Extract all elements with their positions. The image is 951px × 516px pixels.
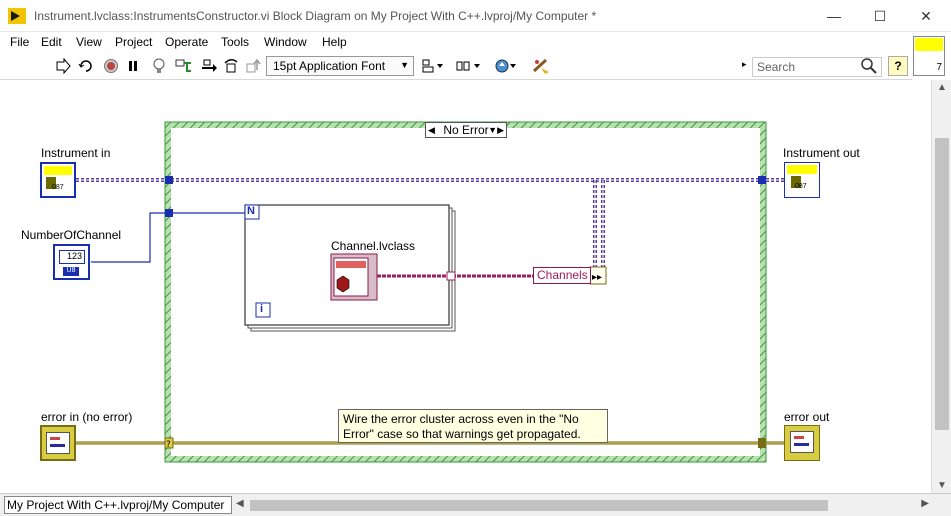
status-bar: My Project With C++.lvproj/My Computer ◀… <box>0 493 951 516</box>
run-arrow-icon[interactable] <box>53 56 73 76</box>
case-tunnel-number <box>165 209 173 217</box>
align-objects-icon[interactable] <box>420 56 448 76</box>
project-path[interactable]: My Project With C++.lvproj/My Computer <box>4 496 232 514</box>
case-prev-icon[interactable]: ◀ <box>428 123 435 137</box>
instrument-out-label: Instrument out <box>783 146 860 160</box>
case-tunnel-error-out <box>758 438 766 448</box>
class-type-label-out: 087 <box>795 183 807 190</box>
block-diagram[interactable]: ▸▸ ? ◀ No Error ▼▶ N i Instrument in 087… <box>0 80 931 493</box>
minimize-button[interactable]: — <box>811 0 857 32</box>
channel-class-constant[interactable] <box>330 253 378 301</box>
search-expand-icon[interactable]: ▸ <box>742 59 747 70</box>
chevron-down-icon: ▼ <box>400 60 409 70</box>
title-bar: Instrument.lvclass:InstrumentsConstructo… <box>0 0 951 32</box>
number-of-channel-label: NumberOfChannel <box>21 228 122 242</box>
numeric-display: 123 <box>59 250 85 264</box>
toolbar: 15pt Application Font ▼ ▸ Search ? <box>0 52 912 80</box>
connector-pane[interactable]: 7 <box>913 36 945 76</box>
diagram-comment[interactable]: Wire the error cluster across even in th… <box>338 409 608 443</box>
case-selector-label[interactable]: ◀ No Error ▼▶ <box>425 122 507 138</box>
scroll-down-icon[interactable]: ▼ <box>937 480 947 491</box>
instrument-in-terminal[interactable]: 087 <box>40 162 76 198</box>
bundle-arrow-icon: ▸▸ <box>592 272 602 283</box>
case-tunnel-instrument-in <box>165 176 173 184</box>
distribute-objects-icon[interactable] <box>455 56 485 76</box>
channels-bundle-element[interactable]: Channels <box>533 267 591 284</box>
close-button[interactable]: ✕ <box>903 0 949 32</box>
class-type-label: 087 <box>52 184 64 191</box>
iteration-terminal: i <box>260 303 264 315</box>
numeric-type-badge: U8 <box>63 267 79 276</box>
scroll-right-icon[interactable]: ▶ <box>921 498 929 509</box>
connector-pane-icon <box>915 38 943 51</box>
font-selector-label: 15pt Application Font <box>273 59 386 73</box>
menu-view[interactable]: View <box>76 35 102 49</box>
labview-app-icon <box>8 8 26 24</box>
menu-help[interactable]: Help <box>322 35 347 49</box>
connector-pane-number: 7 <box>936 62 942 73</box>
error-in-label: error in (no error) <box>41 410 133 424</box>
maximize-button[interactable]: ☐ <box>857 0 903 32</box>
help-label: ? <box>894 59 902 73</box>
menu-bar: File Edit View Project Operate Tools Win… <box>0 32 912 52</box>
window-title: Instrument.lvclass:InstrumentsConstructo… <box>34 9 597 23</box>
case-selected-value: No Error <box>443 123 489 137</box>
horizontal-scroll-thumb[interactable] <box>250 500 828 511</box>
case-tunnel-instrument-out <box>758 176 766 184</box>
highlight-execution-icon[interactable] <box>149 56 169 76</box>
case-next-icon[interactable]: ▼▶ <box>488 123 504 137</box>
step-over-icon[interactable] <box>222 56 242 76</box>
vertical-scrollbar[interactable]: ▲ ▼ <box>931 80 951 493</box>
run-continuously-icon[interactable] <box>76 56 96 76</box>
search-icon[interactable] <box>860 57 878 75</box>
font-selector[interactable]: 15pt Application Font ▼ <box>266 56 414 76</box>
menu-tools[interactable]: Tools <box>221 35 249 49</box>
error-in-terminal[interactable] <box>40 425 76 461</box>
case-selector-glyph: ? <box>166 440 171 450</box>
retain-wire-values-icon[interactable] <box>174 56 194 76</box>
clean-up-diagram-icon[interactable] <box>530 56 554 76</box>
pause-icon[interactable] <box>123 56 143 76</box>
instrument-in-label: Instrument in <box>41 146 111 160</box>
error-out-label: error out <box>784 410 830 424</box>
step-into-icon[interactable] <box>200 56 220 76</box>
channel-class-label: Channel.lvclass <box>331 239 416 253</box>
menu-operate[interactable]: Operate <box>165 35 208 49</box>
menu-file[interactable]: File <box>10 35 29 49</box>
context-help-button[interactable]: ? <box>888 56 908 76</box>
vertical-scroll-thumb[interactable] <box>935 138 949 430</box>
step-out-icon[interactable] <box>244 56 264 76</box>
menu-window[interactable]: Window <box>264 35 307 49</box>
menu-edit[interactable]: Edit <box>41 35 62 49</box>
scroll-up-icon[interactable]: ▲ <box>937 82 947 93</box>
instrument-out-terminal[interactable]: 087 <box>784 162 820 198</box>
error-out-terminal[interactable] <box>784 425 820 461</box>
number-of-channel-terminal[interactable]: 123 U8 <box>53 244 90 280</box>
loop-count-terminal: N <box>247 205 255 217</box>
scroll-left-icon[interactable]: ◀ <box>236 498 244 509</box>
auto-index-tunnel <box>446 271 456 281</box>
reorder-icon[interactable] <box>492 56 520 76</box>
abort-icon[interactable] <box>101 56 121 76</box>
horizontal-scrollbar[interactable]: ◀ ▶ <box>234 496 931 514</box>
menu-project[interactable]: Project <box>115 35 152 49</box>
